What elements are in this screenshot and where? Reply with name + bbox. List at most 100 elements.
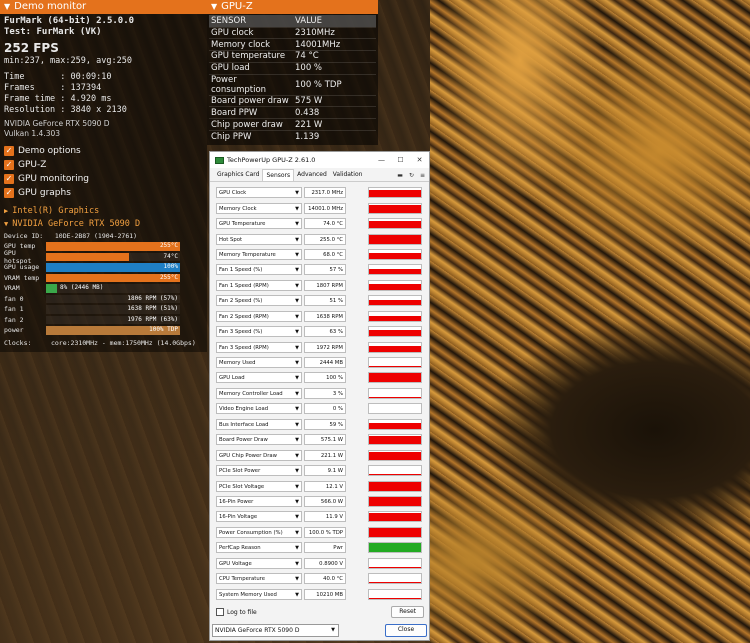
- sensor-name-dropdown[interactable]: Video Engine Load ▼: [216, 403, 302, 415]
- sensor-graph[interactable]: [368, 248, 422, 260]
- sensor-name-dropdown[interactable]: Memory Used ▼: [216, 357, 302, 369]
- gpu-select[interactable]: NVIDIA GeForce RTX 5090 D ▼: [212, 624, 339, 637]
- bar-track: 255°C: [46, 242, 180, 251]
- sensor-graph[interactable]: [368, 187, 422, 199]
- maximize-icon[interactable]: ☐: [391, 156, 410, 164]
- sensor-name-dropdown[interactable]: Memory Temperature ▼: [216, 248, 302, 260]
- sensor-graph[interactable]: [368, 449, 422, 461]
- table-row: Chip PPW 1.139: [209, 130, 376, 143]
- sensor-graph[interactable]: [368, 357, 422, 369]
- bar-track: 1806 RPM (57%): [46, 294, 180, 303]
- tab-validation[interactable]: Validation: [330, 169, 366, 181]
- sensor-name-dropdown[interactable]: PerfCap Reason ▼: [216, 542, 302, 554]
- sensor-name-dropdown[interactable]: 16-Pin Power ▼: [216, 495, 302, 507]
- sensor-graph[interactable]: [368, 573, 422, 585]
- log-to-file-checkbox[interactable]: [216, 608, 224, 616]
- sensor-name-dropdown[interactable]: Board Power Draw ▼: [216, 434, 302, 446]
- sensor-graph[interactable]: [368, 341, 422, 353]
- tab-advanced[interactable]: Advanced: [294, 169, 330, 181]
- section-nvidia[interactable]: ▼ NVIDIA GeForce RTX 5090 D: [4, 218, 203, 231]
- tab-sensors[interactable]: Sensors: [262, 169, 295, 181]
- sensor-graph[interactable]: [368, 480, 422, 492]
- chevron-down-icon: ▼: [295, 360, 299, 367]
- sensor-name-dropdown[interactable]: PCIe Slot Voltage ▼: [216, 480, 302, 492]
- monitor-bar-row: fan 2 1976 RPM (63%): [4, 315, 203, 326]
- sensor-name-dropdown[interactable]: GPU Chip Power Draw ▼: [216, 449, 302, 461]
- sensor-value: 566.0 W: [304, 495, 346, 507]
- chevron-down-icon: ▼: [295, 329, 299, 336]
- sensor-graph[interactable]: [368, 403, 422, 415]
- sensor-name-dropdown[interactable]: Fan 2 Speed (RPM) ▼: [216, 310, 302, 322]
- sensor-name-dropdown[interactable]: GPU Voltage ▼: [216, 557, 302, 569]
- bar-fill: [46, 263, 180, 272]
- tab-bar: Graphics Card Sensors Advanced Validation ▬…: [210, 168, 429, 182]
- camera-icon[interactable]: ▬: [397, 172, 403, 179]
- sensor-graph[interactable]: [368, 588, 422, 600]
- reset-button[interactable]: Reset: [391, 606, 424, 618]
- sensor-graph[interactable]: [368, 264, 422, 276]
- sensor-name-dropdown[interactable]: Fan 2 Speed (%) ▼: [216, 295, 302, 307]
- col-value: VALUE: [293, 15, 376, 27]
- option-demo-options[interactable]: ✓ Demo options: [4, 144, 203, 158]
- gpu-name: NVIDIA GeForce RTX 5090 D: [4, 119, 110, 128]
- sensor-graph[interactable]: [368, 542, 422, 554]
- sensor-name-dropdown[interactable]: Memory Controller Load ▼: [216, 387, 302, 399]
- chevron-down-icon: ▼: [295, 514, 299, 521]
- sensor-name-dropdown[interactable]: Fan 1 Speed (RPM) ▼: [216, 279, 302, 291]
- sensor-graph[interactable]: [368, 310, 422, 322]
- minimize-icon[interactable]: —: [372, 156, 391, 164]
- sensor-graph[interactable]: [368, 326, 422, 338]
- sensor-graph[interactable]: [368, 233, 422, 245]
- sensor-graph[interactable]: [368, 202, 422, 214]
- sensor-graph[interactable]: [368, 295, 422, 307]
- sensor-value: 74.0 °C: [304, 218, 346, 230]
- option-gpu-z[interactable]: ✓ GPU-Z: [4, 158, 203, 172]
- sensor-name-dropdown[interactable]: Fan 3 Speed (RPM) ▼: [216, 341, 302, 353]
- sensor-name-dropdown[interactable]: Hot Spot ▼: [216, 233, 302, 245]
- sensor-graph[interactable]: [368, 218, 422, 230]
- sensor-name-dropdown[interactable]: System Memory Used ▼: [216, 588, 302, 600]
- sensor-name-dropdown[interactable]: Power Consumption (%) ▼: [216, 526, 302, 538]
- title-bar[interactable]: TechPowerUp GPU-Z 2.61.0 — ☐ ✕: [210, 152, 429, 168]
- sensor-row: GPU Clock ▼ 2317.0 MHz: [216, 185, 424, 200]
- sensor-graph[interactable]: [368, 511, 422, 523]
- checkmark-icon[interactable]: ✓: [4, 174, 14, 184]
- option-gpu-graphs[interactable]: ✓ GPU graphs: [4, 186, 203, 200]
- section-intel[interactable]: ▶ Intel(R) Graphics: [4, 205, 203, 218]
- sensor-name-dropdown[interactable]: Bus Interface Load ▼: [216, 418, 302, 430]
- sensor-name-dropdown[interactable]: GPU Clock ▼: [216, 187, 302, 199]
- sensor-graph[interactable]: [368, 418, 422, 430]
- sensor-graph[interactable]: [368, 387, 422, 399]
- close-icon[interactable]: ✕: [410, 156, 429, 164]
- sensor-name: GPU temperature: [209, 50, 293, 63]
- sensor-row: Memory Used ▼ 2444 MB: [216, 355, 424, 370]
- sensor-graph[interactable]: [368, 526, 422, 538]
- option-gpu-monitoring[interactable]: ✓ GPU monitoring: [4, 172, 203, 186]
- checkmark-icon[interactable]: ✓: [4, 188, 14, 198]
- sensor-graph[interactable]: [368, 495, 422, 507]
- sensor-graph[interactable]: [368, 434, 422, 446]
- close-button[interactable]: Close: [385, 624, 427, 637]
- tab-graphics-card[interactable]: Graphics Card: [214, 169, 262, 181]
- sensor-row: Memory Controller Load ▼ 3 %: [216, 386, 424, 401]
- sensor-name-dropdown[interactable]: Memory Clock ▼: [216, 202, 302, 214]
- sensor-name-dropdown[interactable]: GPU Load ▼: [216, 372, 302, 384]
- sensor-row: GPU Chip Power Draw ▼ 221.1 W: [216, 447, 424, 462]
- bar-track: 8% (2446 MB): [46, 284, 180, 293]
- checkmark-icon[interactable]: ✓: [4, 146, 14, 156]
- sensor-graph[interactable]: [368, 279, 422, 291]
- demo-monitor-header[interactable]: ▼ Demo monitor: [0, 0, 207, 14]
- sensor-name-dropdown[interactable]: 16-Pin Voltage ▼: [216, 511, 302, 523]
- menu-icon[interactable]: ≡: [420, 172, 425, 179]
- checkmark-icon[interactable]: ✓: [4, 160, 14, 170]
- sensor-name-dropdown[interactable]: PCIe Slot Power ▼: [216, 465, 302, 477]
- sensor-name-dropdown[interactable]: Fan 1 Speed (%) ▼: [216, 264, 302, 276]
- gpuz-overlay-header[interactable]: ▼ GPU-Z: [207, 0, 378, 14]
- sensor-graph[interactable]: [368, 372, 422, 384]
- sensor-name-dropdown[interactable]: GPU Temperature ▼: [216, 218, 302, 230]
- sensor-graph[interactable]: [368, 557, 422, 569]
- sensor-name-dropdown[interactable]: Fan 3 Speed (%) ▼: [216, 326, 302, 338]
- sensor-graph[interactable]: [368, 465, 422, 477]
- sensor-name-dropdown[interactable]: CPU Temperature ▼: [216, 573, 302, 585]
- refresh-icon[interactable]: ↻: [409, 172, 414, 179]
